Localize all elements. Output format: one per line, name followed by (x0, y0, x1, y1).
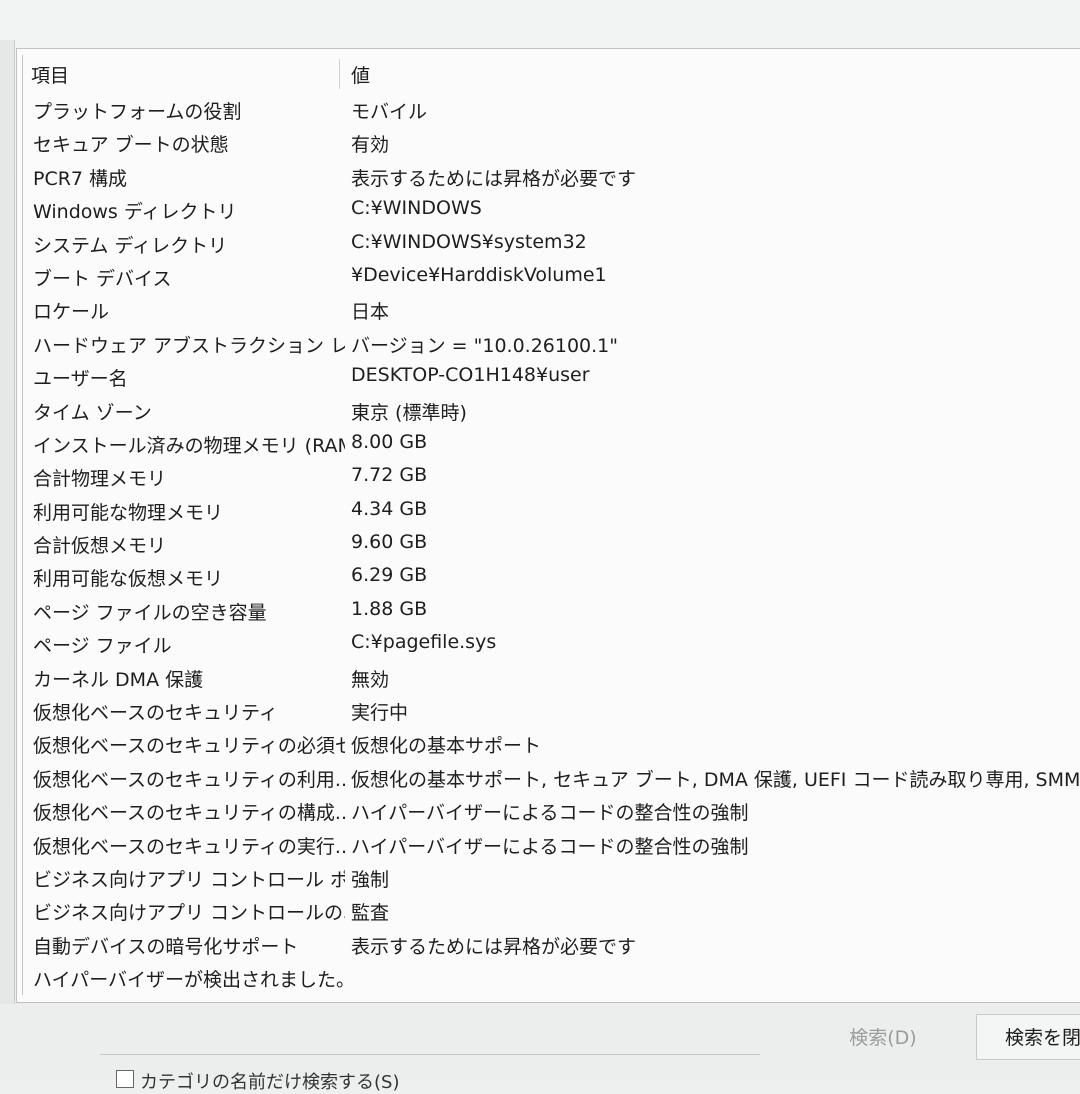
row-value: 7.72 GB (351, 464, 428, 487)
table-row[interactable]: ハイパーバイザーが検出されました。H... (17, 962, 1080, 995)
row-value: ¥Device¥HarddiskVolume1 (351, 263, 607, 286)
row-value: 日本 (351, 301, 390, 324)
table-row[interactable]: ブート デバイス ¥Device¥HarddiskVolume1 (17, 261, 1080, 294)
row-item-label: ページ ファイル (33, 635, 172, 658)
row-value: ハイパーバイザーによるコードの整合性の強制 (351, 835, 749, 858)
row-value: 有効 (351, 134, 390, 157)
table-row[interactable]: 仮想化ベースのセキュリティの実行... ハイパーバイザーによるコードの整合性の強制 (17, 829, 1080, 862)
table-row[interactable]: Windows ディレクトリ C:¥WINDOWS (17, 194, 1080, 227)
row-item-label: ビジネス向けアプリ コントロールのユー... (33, 902, 345, 925)
row-value: 監査 (351, 902, 390, 925)
row-value: 仮想化の基本サポート, セキュア ブート, DMA 保護, UEFI コード読み… (351, 768, 1080, 791)
column-header-value[interactable]: 値 (351, 61, 370, 88)
table-row[interactable]: システム ディレクトリ C:¥WINDOWS¥system32 (17, 228, 1080, 261)
table-row[interactable]: ユーザー名 DESKTOP-CO1H148¥user (17, 361, 1080, 394)
table-row[interactable]: 仮想化ベースのセキュリティ 実行中 (17, 695, 1080, 728)
table-row[interactable]: PCR7 構成 表示するためには昇格が必要です (17, 161, 1080, 194)
row-item-label: タイム ゾーン (33, 401, 152, 424)
row-value: バージョン = "10.0.26100.1" (351, 334, 619, 357)
table-row[interactable]: ビジネス向けアプリ コントロールのユー... 監査 (17, 895, 1080, 928)
table-row[interactable]: カーネル DMA 保護 無効 (17, 662, 1080, 695)
column-separator[interactable] (339, 59, 340, 89)
row-value: 東京 (標準時) (351, 401, 467, 424)
row-item-label: システム ディレクトリ (33, 234, 228, 257)
row-item-label: セキュア ブートの状態 (33, 134, 229, 157)
row-value: 9.60 GB (351, 531, 428, 554)
list-rows: プラットフォームの役割 モバイル セキュア ブートの状態 有効 PCR7 構成 表示するた… (17, 94, 1080, 996)
row-value: 無効 (351, 668, 390, 691)
row-value: C:¥pagefile.sys (351, 631, 497, 654)
row-value: 表示するためには昇格が必要です (351, 935, 637, 958)
row-item-label: PCR7 構成 (33, 167, 128, 190)
row-value: ハイパーバイザーによるコードの整合性の強制 (351, 802, 749, 825)
row-item-label: ブート デバイス (33, 267, 172, 290)
table-row[interactable]: インストール済みの物理メモリ (RAM) 8.00 GB (17, 428, 1080, 461)
row-item-label: 仮想化ベースのセキュリティ (33, 702, 278, 725)
table-row[interactable]: タイム ゾーン 東京 (標準時) (17, 395, 1080, 428)
table-row[interactable]: 仮想化ベースのセキュリティの必須セ... 仮想化の基本サポート (17, 728, 1080, 761)
row-item-label: プラットフォームの役割 (33, 101, 242, 123)
row-value: 6.29 GB (351, 564, 428, 587)
table-row[interactable]: 利用可能な仮想メモリ 6.29 GB (17, 561, 1080, 594)
row-value: C:¥WINDOWS (351, 197, 482, 220)
row-item-label: インストール済みの物理メモリ (RAM) (33, 434, 345, 457)
search-input[interactable] (100, 1054, 760, 1055)
row-value: C:¥WINDOWS¥system32 (351, 230, 587, 253)
row-value: DESKTOP-CO1H148¥user (351, 364, 590, 387)
row-item-label: ユーザー名 (33, 368, 128, 391)
row-value: 仮想化の基本サポート (351, 735, 542, 758)
row-item-label: ハードウェア アブストラクション レイヤー (33, 334, 345, 357)
table-row[interactable]: 仮想化ベースのセキュリティの利用... 仮想化の基本サポート, セキュア ブート,… (17, 762, 1080, 795)
list-header: 項目 値 (17, 57, 1080, 91)
row-item-label: 仮想化ベースのセキュリティの実行... (33, 835, 345, 858)
table-row[interactable]: 仮想化ベースのセキュリティの構成... ハイパーバイザーによるコードの整合性の強制 (17, 795, 1080, 828)
table-row[interactable]: ページ ファイル C:¥pagefile.sys (17, 628, 1080, 661)
row-item-label: 利用可能な仮想メモリ (33, 568, 224, 591)
row-item-label: 仮想化ベースのセキュリティの必須セ... (33, 735, 345, 758)
row-item-label: Windows ディレクトリ (33, 201, 237, 224)
table-row[interactable]: ページ ファイルの空き容量 1.88 GB (17, 595, 1080, 628)
table-row[interactable]: セキュア ブートの状態 有効 (17, 127, 1080, 160)
search-bar: 検索(D) 検索を閉 カテゴリの名前だけ検索する(S) (0, 1004, 1080, 1093)
details-list: 項目 値 プラットフォームの役割 モバイルセキュア ブートの状態 有効 PCR7 構成… (16, 48, 1080, 1003)
row-item-label: 合計物理メモリ (33, 468, 167, 491)
row-value: モバイル (351, 101, 428, 123)
row-item-label: 利用可能な物理メモリ (33, 501, 224, 524)
row-item-label: ページ ファイルの空き容量 (33, 601, 267, 624)
row-item-label: ビジネス向けアプリ コントロール ポリ... (33, 868, 345, 891)
row-item-label: 合計仮想メモリ (33, 535, 167, 558)
row-value: 8.00 GB (351, 430, 428, 453)
table-row[interactable]: 合計仮想メモリ 9.60 GB (17, 528, 1080, 561)
table-row[interactable]: ビジネス向けアプリ コントロール ポリ... 強制 (17, 862, 1080, 895)
table-row[interactable]: ハードウェア アブストラクション レイヤーバージョン = "10.0.26100… (17, 328, 1080, 361)
row-item-label: ロケール (33, 301, 110, 324)
row-item-label: 仮想化ベースのセキュリティの利用... (33, 768, 345, 791)
table-row[interactable]: 自動デバイスの暗号化サポート 表示するためには昇格が必要です (17, 929, 1080, 962)
row-item-label: 自動デバイスの暗号化サポート (33, 935, 299, 958)
search-button[interactable]: 検索(D) (808, 1018, 958, 1058)
table-row[interactable]: 合計物理メモリ 7.72 GB (17, 461, 1080, 494)
column-header-item[interactable]: 項目 (31, 61, 69, 88)
row-value: 実行中 (351, 702, 409, 725)
table-row[interactable]: プラットフォームの役割 モバイル (17, 94, 1080, 127)
table-row[interactable]: ロケール 日本 (17, 294, 1080, 327)
category-names-only-label: カテゴリの名前だけ検索する(S) (140, 1072, 400, 1093)
category-names-only-checkbox[interactable] (116, 1070, 134, 1088)
close-search-button[interactable]: 検索を閉 (976, 1014, 1080, 1060)
row-item-label: 仮想化ベースのセキュリティの構成... (33, 802, 345, 825)
category-tree-edge (0, 40, 15, 1080)
table-row[interactable]: 利用可能な物理メモリ 4.34 GB (17, 495, 1080, 528)
row-value: 表示するためには昇格が必要です (351, 167, 637, 190)
row-value: 4.34 GB (351, 497, 428, 520)
row-value: 1.88 GB (351, 597, 428, 620)
row-value: 強制 (351, 868, 390, 891)
system-information-window: 項目 値 プラットフォームの役割 モバイルセキュア ブートの状態 有効 PCR7 構成… (0, 0, 1080, 1093)
row-item-label: ハイパーバイザーが検出されました。H... (33, 969, 345, 992)
row-item-label: カーネル DMA 保護 (33, 668, 204, 691)
